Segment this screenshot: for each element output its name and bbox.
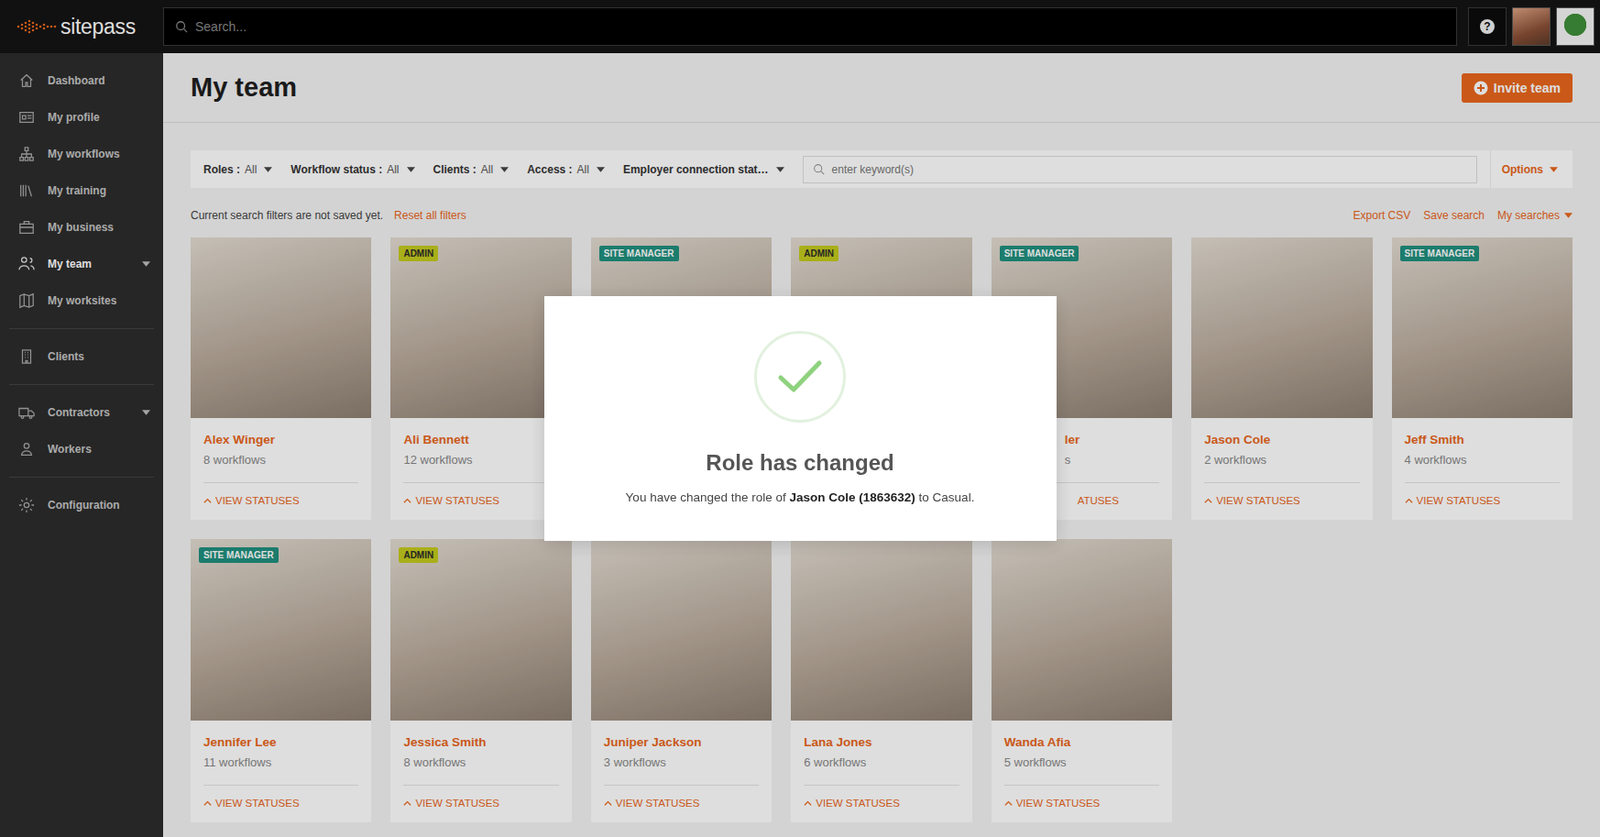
modal-overlay[interactable]: Role has changed You have changed the rol… (0, 0, 1600, 837)
dialog-title: Role has changed (705, 449, 894, 476)
app: sitepassSearch...?DashboardMy profileMy … (0, 0, 1600, 837)
dialog-member-name: Jason Cole (1863632) (789, 490, 916, 505)
checkmark-icon (777, 358, 823, 395)
success-icon (754, 330, 846, 423)
role-changed-dialog: Role has changed You have changed the rol… (544, 295, 1057, 541)
dialog-message: You have changed the role of Jason Cole … (625, 490, 976, 505)
